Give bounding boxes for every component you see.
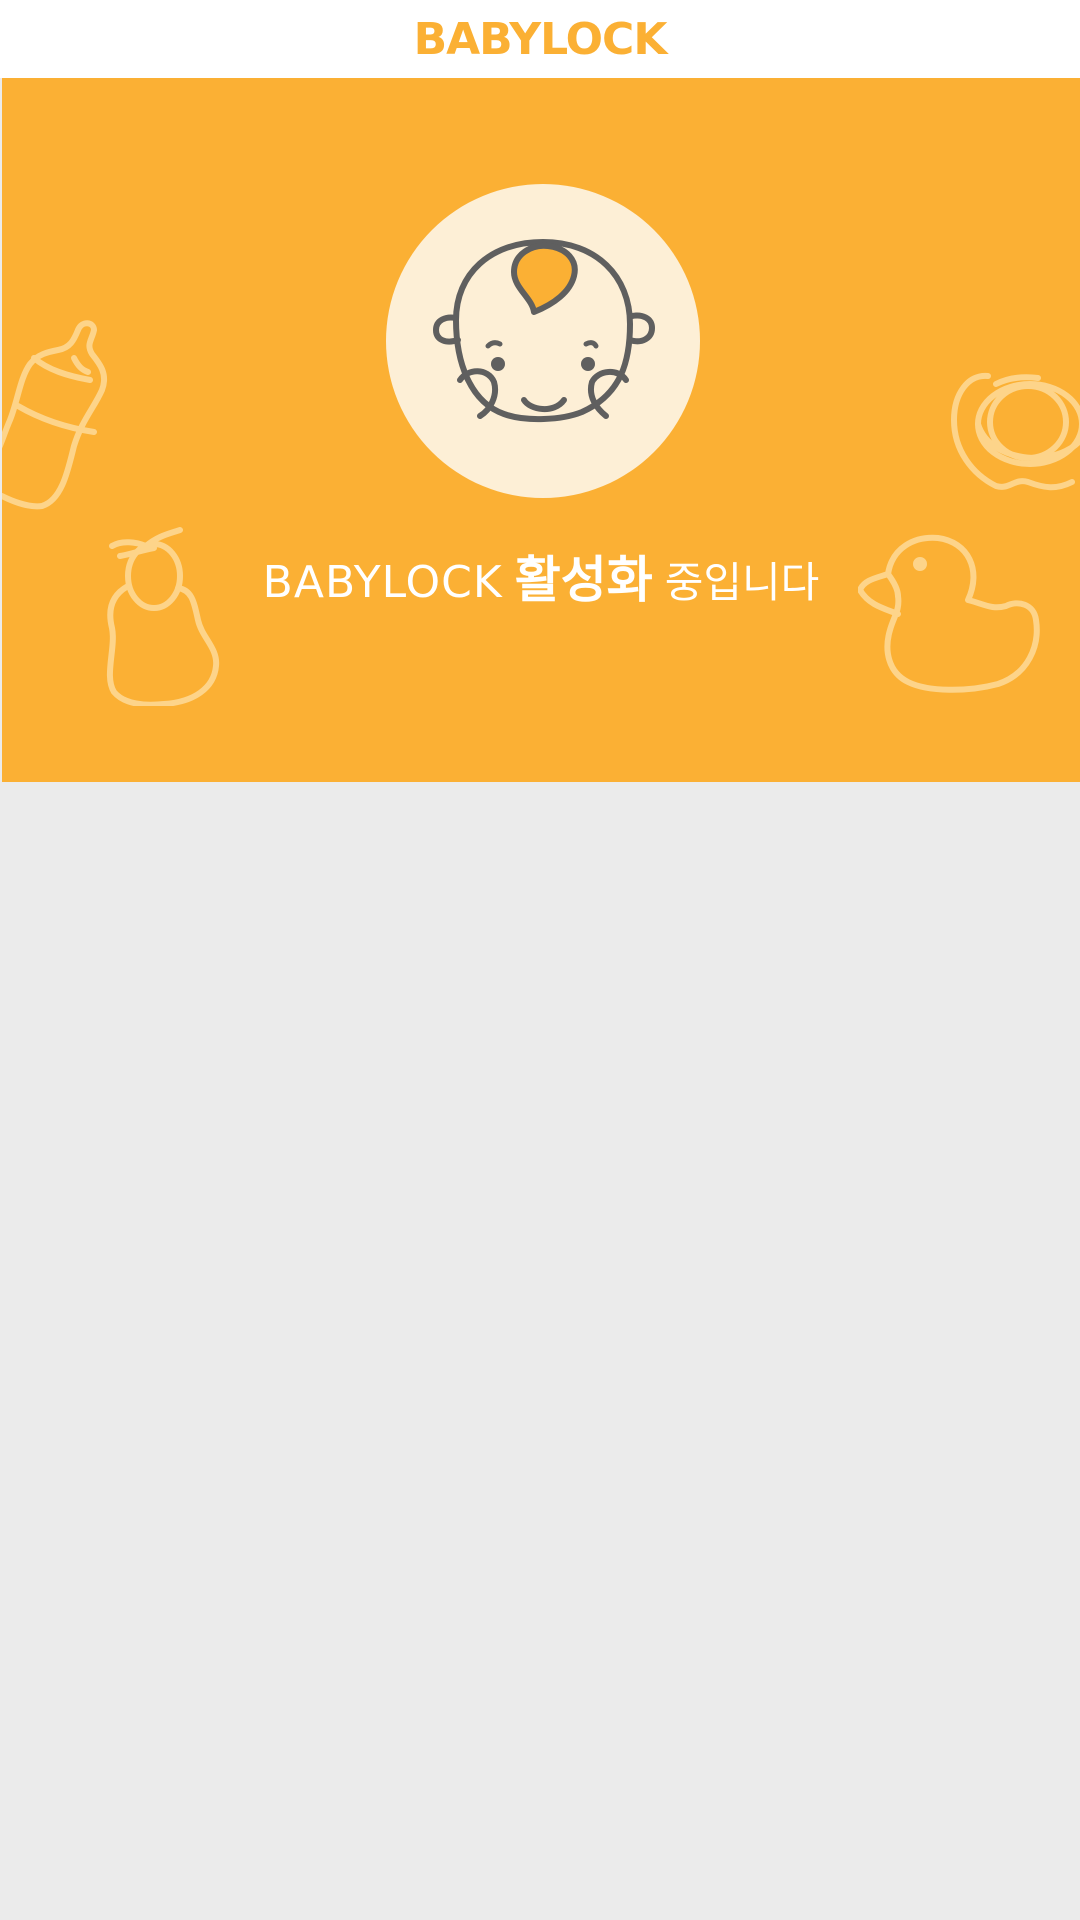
status-brand: BABYLOCK bbox=[262, 557, 503, 608]
app-screen: BABYLOCK BABYLOCK 활성화 중입니다 bbox=[0, 0, 1080, 1920]
app-title: BABYLOCK bbox=[413, 13, 668, 65]
status-suffix: 중입니다 bbox=[664, 558, 820, 607]
pacifier-icon bbox=[948, 364, 1080, 504]
activation-banner: BABYLOCK 활성화 중입니다 bbox=[2, 78, 1080, 782]
baby-face-icon bbox=[433, 239, 655, 423]
status-emphasis: 활성화 bbox=[514, 551, 653, 609]
baby-bottle-icon bbox=[2, 310, 118, 530]
app-header: BABYLOCK bbox=[0, 0, 1080, 78]
avatar bbox=[386, 184, 700, 498]
activation-status-text: BABYLOCK 활성화 중입니다 bbox=[2, 540, 1080, 612]
content-area bbox=[0, 782, 1080, 1920]
